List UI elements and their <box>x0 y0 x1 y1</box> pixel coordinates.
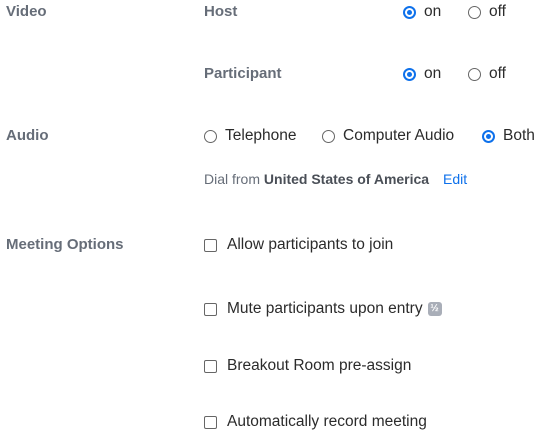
auto-record-label: Automatically record meeting <box>227 413 427 430</box>
participant-video-off-label: off <box>489 65 506 82</box>
dial-prefix: Dial from <box>204 171 261 187</box>
radio-selected-icon[interactable] <box>403 67 416 81</box>
breakout-preassign-option[interactable]: Breakout Room pre-assign <box>204 357 411 375</box>
radio-selected-icon[interactable] <box>482 129 495 143</box>
checkbox-unchecked-icon[interactable] <box>204 302 217 316</box>
audio-both-radio[interactable]: Both <box>482 127 535 145</box>
allow-join-option[interactable]: Allow participants to join <box>204 236 393 254</box>
auto-record-option[interactable]: Automatically record meeting <box>204 413 427 431</box>
radio-unselected-icon[interactable] <box>468 5 481 19</box>
host-video-on-label: on <box>424 3 442 20</box>
participant-video-off-radio[interactable]: off <box>468 65 506 83</box>
video-section-label: Video <box>6 3 47 20</box>
meeting-options-section-label: Meeting Options <box>6 236 124 253</box>
host-video-off-radio[interactable]: off <box>468 3 506 21</box>
participant-label: Participant <box>204 65 282 82</box>
checkbox-unchecked-icon[interactable] <box>204 359 217 373</box>
participant-video-on-label: on <box>424 65 442 82</box>
host-video-on-radio[interactable]: on <box>403 3 441 21</box>
radio-selected-icon[interactable] <box>403 5 416 19</box>
audio-both-label: Both <box>503 127 535 144</box>
allow-join-label: Allow participants to join <box>227 236 394 253</box>
checkbox-unchecked-icon[interactable] <box>204 415 217 429</box>
radio-unselected-icon[interactable] <box>468 67 481 81</box>
audio-computer-radio[interactable]: Computer Audio <box>322 127 454 145</box>
host-label: Host <box>204 3 238 20</box>
audio-telephone-radio[interactable]: Telephone <box>204 127 297 145</box>
audio-section-label: Audio <box>6 127 49 144</box>
half-badge-icon: ½ <box>427 302 442 316</box>
audio-telephone-label: Telephone <box>225 127 297 144</box>
participant-video-on-radio[interactable]: on <box>403 65 441 83</box>
checkbox-unchecked-icon[interactable] <box>204 238 217 252</box>
breakout-preassign-label: Breakout Room pre-assign <box>227 357 412 374</box>
mute-on-entry-label: Mute participants upon entry <box>227 300 423 317</box>
dial-from-text: Dial from United States of America Edit <box>204 171 467 187</box>
host-video-off-label: off <box>489 3 506 20</box>
radio-unselected-icon[interactable] <box>204 129 217 143</box>
mute-on-entry-option[interactable]: Mute participants upon entry ½ <box>204 300 442 318</box>
audio-computer-label: Computer Audio <box>343 127 455 144</box>
edit-dial-link[interactable]: Edit <box>443 171 467 187</box>
radio-unselected-icon[interactable] <box>322 129 335 143</box>
dial-country: United States of America <box>263 171 430 187</box>
